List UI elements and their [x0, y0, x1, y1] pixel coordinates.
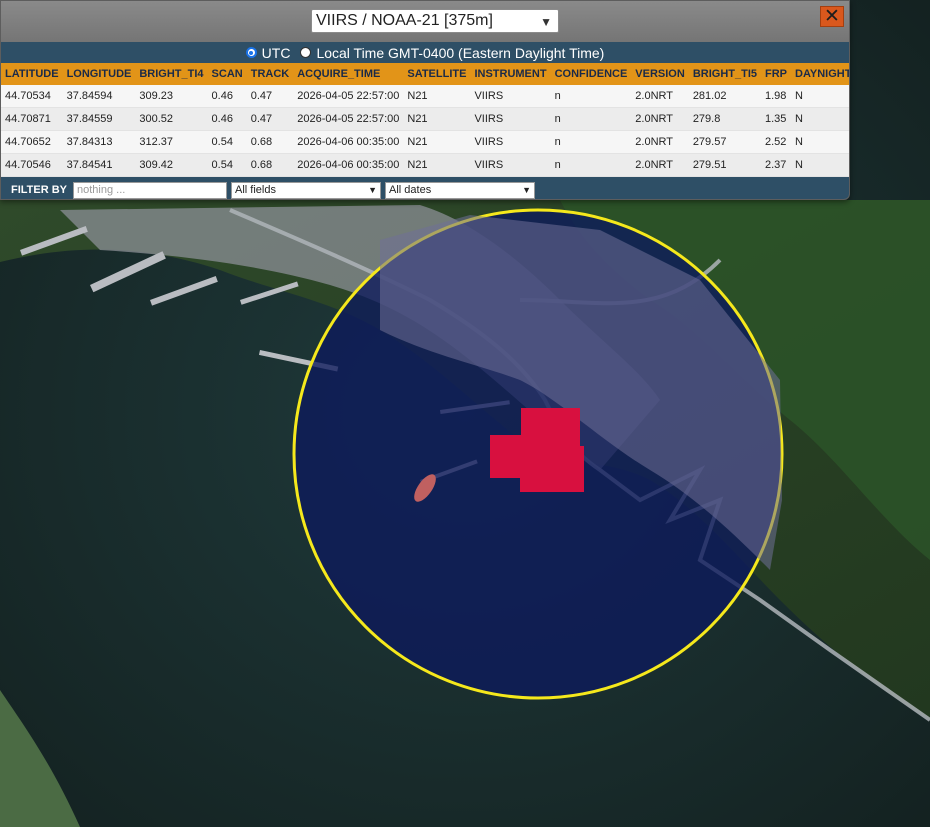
local-time-radio[interactable]: [300, 47, 312, 58]
table-cell: N: [791, 107, 849, 131]
table-cell: 300.52: [135, 107, 208, 131]
fire-data-popup: VIIRS / NOAA-21 [375m] ▼ ✕ UTC Local Tim…: [0, 0, 850, 200]
fire-table: LATITUDE LONGITUDE BRIGHT_TI4 SCAN TRACK ACQU…: [1, 63, 849, 177]
date-select-value: All dates: [389, 183, 432, 196]
table-cell: 37.84559: [62, 107, 136, 131]
chevron-down-icon: ▼: [540, 15, 552, 29]
table-cell: 2026-04-06 00:35:00: [293, 130, 404, 154]
table-cell: 312.37: [135, 130, 208, 154]
table-cell: 309.42: [135, 153, 208, 177]
table-cell: 2026-04-06 00:35:00: [293, 153, 404, 177]
table-cell: 1.35: [761, 107, 791, 131]
close-button[interactable]: ✕: [820, 6, 844, 27]
table-cell: N21: [403, 85, 471, 108]
table-cell: 2.52: [761, 130, 791, 154]
table-cell: 44.70652: [1, 130, 63, 154]
field-select-value: All fields: [235, 183, 276, 196]
date-select[interactable]: All dates ▼: [385, 181, 536, 199]
chevron-down-icon: ▼: [368, 184, 378, 195]
table-cell: 2.0NRT: [631, 107, 689, 131]
table-cell: 44.70871: [1, 107, 63, 131]
table-row[interactable]: 44.70534 37.84594 309.23 0.46 0.47 2026-04-05…: [1, 85, 849, 108]
filter-bar: FILTER BY nothing ... All fields ▼ All d…: [1, 177, 849, 199]
table-cell: 0.47: [246, 107, 294, 131]
table-cell: VIIRS: [470, 85, 551, 108]
table-cell: N: [791, 130, 849, 154]
table-header-row: LATITUDE LONGITUDE BRIGHT_TI4 SCAN TRACK ACQU…: [1, 63, 849, 85]
table-cell: 44.70534: [1, 85, 63, 108]
table-cell: 279.8: [688, 107, 761, 131]
table-cell: VIIRS: [470, 107, 551, 131]
column-header-version[interactable]: VERSION: [631, 63, 689, 85]
column-header-track[interactable]: TRACK: [246, 63, 294, 85]
table-cell: 37.84313: [62, 130, 136, 154]
column-header-frp[interactable]: FRP: [761, 63, 791, 85]
utc-option[interactable]: UTC: [245, 44, 291, 61]
table-cell: 2026-04-05 22:57:00: [293, 85, 404, 108]
table-cell: 0.46: [207, 107, 247, 131]
local-time-option[interactable]: Local Time GMT-0400 (Eastern Daylight Ti…: [300, 45, 604, 61]
table-cell: 0.54: [207, 130, 247, 154]
popup-header: VIIRS / NOAA-21 [375m] ▼ ✕: [1, 1, 849, 42]
table-cell: n: [550, 130, 632, 154]
table-cell: 0.54: [207, 153, 247, 177]
table-cell: N21: [403, 130, 471, 154]
table-cell: VIIRS: [470, 130, 551, 154]
column-header-longitude[interactable]: LONGITUDE: [62, 63, 136, 85]
table-cell: 44.70546: [1, 153, 63, 177]
table-row[interactable]: 44.70652 37.84313 312.37 0.54 0.68 2026-04-06…: [1, 130, 849, 154]
column-header-scan[interactable]: SCAN: [207, 63, 247, 85]
column-header-latitude[interactable]: LATITUDE: [1, 63, 63, 85]
column-header-satellite[interactable]: SATELLITE: [403, 63, 471, 85]
table-cell: 0.47: [246, 85, 294, 108]
table-cell: 2.0NRT: [631, 130, 689, 154]
hotspot-pixel[interactable]: [520, 446, 584, 492]
filter-input[interactable]: nothing ...: [73, 181, 228, 199]
table-cell: 281.02: [688, 85, 761, 108]
table-cell: 2026-04-05 22:57:00: [293, 107, 404, 131]
table-cell: 37.84594: [62, 85, 136, 108]
column-header-confidence[interactable]: CONFIDENCE: [550, 63, 632, 85]
chevron-down-icon: ▼: [522, 184, 532, 195]
utc-label: UTC: [261, 44, 291, 61]
table-cell: 2.0NRT: [631, 85, 689, 108]
table-cell: 0.46: [207, 85, 247, 108]
table-row[interactable]: 44.70871 37.84559 300.52 0.46 0.47 2026-04-05…: [1, 107, 849, 131]
column-header-bright-ti4[interactable]: BRIGHT_TI4: [135, 63, 208, 85]
table-cell: N: [791, 85, 849, 108]
table-cell: 2.0NRT: [631, 153, 689, 177]
table-cell: 279.57: [688, 130, 761, 154]
field-select[interactable]: All fields ▼: [231, 181, 382, 199]
table-cell: N: [791, 153, 849, 177]
table-cell: n: [550, 107, 632, 131]
utc-radio[interactable]: [245, 47, 257, 58]
local-time-label: Local Time GMT-0400 (Eastern Daylight Ti…: [316, 44, 605, 61]
table-body: 44.70534 37.84594 309.23 0.46 0.47 2026-04-05…: [1, 85, 849, 177]
table-cell: 2.37: [761, 153, 791, 177]
table-cell: 37.84541: [62, 153, 136, 177]
table-cell: 309.23: [135, 85, 208, 108]
table-cell: VIIRS: [470, 153, 551, 177]
column-header-daynight[interactable]: DAYNIGHT: [791, 63, 849, 85]
column-header-bright-ti5[interactable]: BRIGHT_TI5: [688, 63, 761, 85]
filter-label: FILTER BY: [11, 184, 68, 196]
table-cell: 0.68: [246, 130, 294, 154]
column-header-acquire-time[interactable]: ACQUIRE_TIME: [293, 63, 404, 85]
table-cell: N21: [403, 107, 471, 131]
table-cell: 1.98: [761, 85, 791, 108]
table-cell: 279.51: [688, 153, 761, 177]
layer-select-value: VIIRS / NOAA-21 [375m]: [316, 12, 493, 29]
table-cell: n: [550, 85, 632, 108]
table-cell: N21: [403, 153, 471, 177]
table-row[interactable]: 44.70546 37.84541 309.42 0.54 0.68 2026-04-06…: [1, 153, 849, 177]
table-cell: n: [550, 153, 632, 177]
close-icon: ✕: [824, 6, 840, 27]
column-header-instrument[interactable]: INSTRUMENT: [470, 63, 551, 85]
table-cell: 0.68: [246, 153, 294, 177]
time-zone-bar: UTC Local Time GMT-0400 (Eastern Dayligh…: [1, 42, 849, 63]
layer-select[interactable]: VIIRS / NOAA-21 [375m] ▼: [311, 9, 559, 33]
